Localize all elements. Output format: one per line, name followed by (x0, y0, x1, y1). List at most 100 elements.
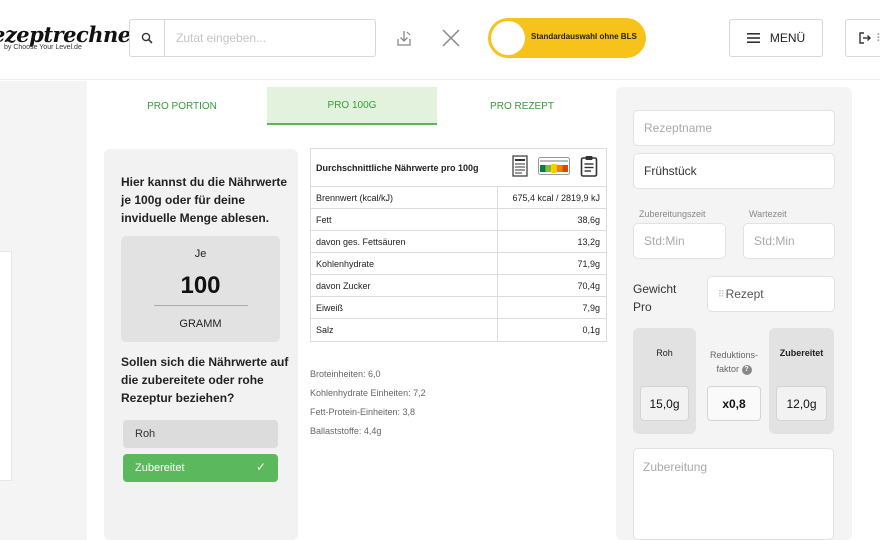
header-bar: ezeptrechner by Choose Your Level.de Sta… (0, 0, 880, 80)
nutrient-value: 71,9g (577, 259, 600, 269)
recipe-panel: Rezeptname Frühstück Zubereitungszeit Wa… (616, 87, 852, 540)
weight-label: Gewicht Pro (633, 280, 676, 316)
nutrient-label: davon Zucker (316, 281, 371, 291)
logo-subtitle: by Choose Your Level.de (4, 44, 82, 51)
table-row: Salz 0,1g (311, 319, 606, 341)
preparation-textarea[interactable]: Zubereitung (633, 448, 834, 540)
check-icon: ✓ (255, 460, 266, 474)
reduction-label-line-1: Reduktions- (709, 350, 759, 360)
search-icon[interactable] (130, 20, 165, 56)
option-roh[interactable]: Roh (123, 420, 278, 448)
column-divider (497, 187, 498, 209)
nutrient-label: Fett (316, 215, 332, 225)
logout-icon (859, 32, 871, 44)
close-icon[interactable] (440, 26, 462, 50)
option-zubereitet[interactable]: Zubereitet ✓ (123, 454, 278, 482)
nutrient-value: 0,1g (582, 325, 600, 335)
fiber: Ballaststoffe: 4,4g (310, 426, 382, 436)
wait-time-input[interactable]: Std:Min (743, 223, 835, 259)
weight-basis-value: Rezept (725, 287, 764, 301)
menu-button[interactable]: MENÜ (729, 19, 823, 57)
nutrient-label: davon ges. Fettsäuren (316, 237, 406, 247)
reduction-label: Reduktions- faktor ? (701, 348, 767, 376)
table-row: davon Zucker 70,4g (311, 275, 606, 297)
prep-time-input[interactable]: Std:Min (633, 223, 726, 259)
wait-time-label: Wartezeit (749, 209, 787, 219)
info-text: Hier kannst du die Nährwerte je 100g ode… (121, 175, 288, 225)
amount-info-card: Hier kannst du die Nährwerte je 100g ode… (104, 149, 298, 540)
nutrient-value: 38,6g (577, 215, 600, 225)
nutrient-label: Brennwert (kcal/kJ) (316, 193, 394, 203)
raw-weight-box: Roh 15,0g (633, 328, 696, 434)
amount-divider (154, 305, 248, 306)
prepared-label: Zubereitet (779, 348, 824, 358)
weight-label-line-1: Gewicht (633, 282, 677, 296)
prep-time-label: Zubereitungszeit (639, 209, 706, 219)
bread-units: Broteinheiten: 6,0 (310, 369, 381, 379)
nutrient-value: 70,4g (577, 281, 600, 291)
raw-weight-input[interactable]: 15,0g (640, 386, 689, 421)
option-zubereitet-label: Zubereitet (135, 462, 185, 474)
amount-value: 100 (180, 272, 221, 299)
amount-box[interactable]: Je 100 GRAMM (121, 236, 280, 342)
column-divider (497, 275, 498, 297)
carb-units: Kohlenhydrate Einheiten: 7,2 (310, 388, 426, 398)
menu-label: MENÜ (769, 31, 806, 45)
table-row: Eiweiß 7,9g (311, 297, 606, 319)
column-divider (497, 297, 498, 319)
reduction-factor-input[interactable]: x0,8 (707, 386, 761, 421)
nutriscore-icon[interactable] (538, 157, 570, 175)
nutrition-table: Durchschnittliche Nährwerte pro 100g Bre… (310, 148, 607, 342)
nutrient-value: 7,9g (582, 303, 600, 313)
drag-handle-icon: ⠿ (718, 288, 725, 299)
tab-pro-rezept[interactable]: PRO REZEPT (437, 87, 607, 125)
raw-label: Roh (656, 348, 673, 358)
nutrient-value: 13,2g (577, 237, 600, 247)
prepared-weight-input[interactable]: 12,0g (776, 386, 827, 421)
import-icon[interactable] (393, 26, 415, 50)
nutrient-label: Eiweiß (316, 303, 344, 313)
nutrition-label-icon[interactable] (512, 155, 528, 177)
nutrition-icons (512, 155, 598, 177)
hamburger-icon (746, 33, 760, 43)
nutrition-tabs: PRO PORTION PRO 100G PRO REZEPT (97, 87, 607, 125)
category-field[interactable]: Frühstück (633, 153, 835, 189)
amount-unit: GRAMM (179, 318, 222, 330)
tab-pro-portion[interactable]: PRO PORTION (97, 87, 267, 125)
nutrition-title: Durchschnittliche Nährwerte pro 100g (316, 163, 479, 173)
recipe-name-field[interactable]: Rezeptname (633, 110, 835, 146)
table-row: Fett 38,6g (311, 209, 606, 231)
nutrient-label: Kohlenhydrate (316, 259, 375, 269)
column-divider (497, 253, 498, 275)
help-icon[interactable]: ? (741, 365, 752, 375)
toggle-knob (491, 21, 525, 55)
table-row: davon ges. Fettsäuren 13,2g (311, 231, 606, 253)
logout-button[interactable]: ⠿ (845, 19, 880, 57)
tab-pro-100g[interactable]: PRO 100G (267, 87, 437, 125)
left-side-panel (0, 81, 87, 540)
weight-label-line-2: Pro (633, 300, 652, 314)
column-divider (497, 209, 498, 231)
nutrient-label: Salz (316, 325, 334, 335)
search-box (129, 19, 376, 57)
amount-prefix: Je (194, 248, 207, 260)
bls-toggle[interactable]: Standardauswahl ohne BLS (488, 18, 646, 58)
column-divider (497, 319, 498, 341)
reduction-factor-box: Reduktions- faktor ? x0,8 (701, 328, 767, 434)
nutrition-table-header: Durchschnittliche Nährwerte pro 100g (311, 149, 606, 187)
toggle-label: Standardauswahl ohne BLS (531, 32, 637, 41)
clipboard-icon[interactable] (580, 155, 598, 177)
left-side-card (0, 251, 12, 481)
logo[interactable]: ezeptrechner by Choose Your Level.de (0, 22, 142, 51)
table-row: Kohlenhydrate 71,9g (311, 253, 606, 275)
drag-handle-icon: ⠿ (876, 32, 880, 45)
weight-basis-select[interactable]: ⠿ Rezept (707, 276, 835, 312)
option-roh-label: Roh (135, 428, 156, 440)
basis-question: Sollen sich die Nährwerte auf die zubere… (121, 355, 289, 405)
table-row: Brennwert (kcal/kJ) 675,4 kcal / 2819,9 k… (311, 187, 606, 209)
column-divider (497, 231, 498, 253)
ingredient-search-input[interactable] (166, 20, 374, 56)
prepared-weight-box: Zubereitet 12,0g (769, 328, 834, 434)
reduction-label-line-2: faktor (716, 364, 739, 374)
fat-protein-units: Fett-Protein-Einheiten: 3,8 (310, 407, 416, 417)
